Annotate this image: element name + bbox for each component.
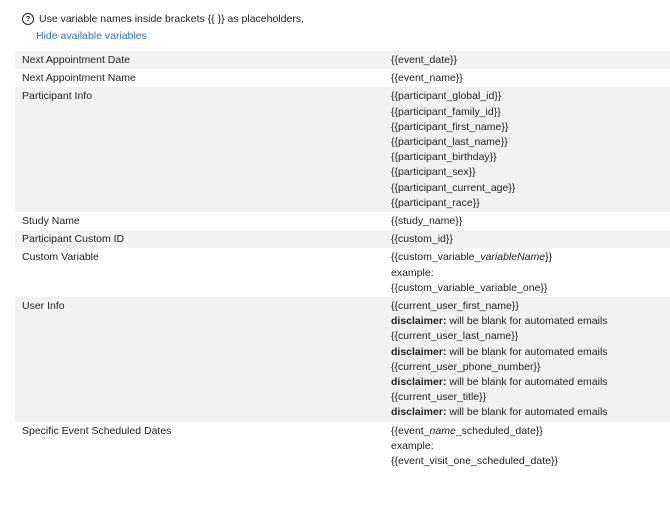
placeholder-line: {{study_name}} <box>391 215 463 228</box>
placeholder-line: {{participant_family_id}} <box>391 105 501 118</box>
disclaimer-line: disclaimer: will be blank for automated … <box>391 314 608 329</box>
variable-placeholders: {{current_user_first_name}} disclaimer: w… <box>391 298 608 421</box>
variable-row: Participant Custom ID {{custom_id}} <box>15 230 670 249</box>
placeholder-line: {{current_user_last_name}} <box>391 330 519 343</box>
disclaimer-label: disclaimer: <box>391 376 447 389</box>
placeholder-text-part: _scheduled_date}} <box>455 424 543 437</box>
placeholder-text-part: {{custom_variable_ <box>391 251 481 264</box>
placeholder-line: {{custom_variable_variableName}} <box>391 250 552 265</box>
variable-row: Participant Info {{participant_global_id}… <box>15 87 670 213</box>
variable-category-name: Custom Variable <box>22 251 99 264</box>
variable-category-name: Participant Info <box>22 90 93 103</box>
variable-placeholders: {{study_name}} <box>391 213 462 229</box>
hint-text: Use variable names inside brackets {{ }}… <box>39 13 304 25</box>
placeholder-hint: ? Use variable names inside brackets {{ … <box>22 12 304 26</box>
disclaimer-line: disclaimer: will be blank for automated … <box>391 345 608 360</box>
disclaimer-text: will be blank for automated emails <box>446 376 608 389</box>
placeholder-line: {{custom_variable_variable_one}} <box>391 281 548 294</box>
variable-category-name: Study Name <box>22 215 80 228</box>
placeholder-variable-part: variableName <box>480 251 546 264</box>
placeholder-line: {{participant_sex}} <box>391 166 476 179</box>
variable-placeholders: {{event_name}} <box>391 70 463 86</box>
variable-row: Specific Event Scheduled Dates {{event_na… <box>15 422 670 471</box>
placeholder-line: {{event_visit_one_scheduled_date}} <box>391 455 558 468</box>
variable-row: Study Name {{study_name}} <box>15 212 670 230</box>
placeholder-line: {{custom_id}} <box>391 233 453 246</box>
placeholder-line: {{participant_first_name}} <box>391 120 509 133</box>
variable-placeholders: {{event_date}} <box>391 52 457 68</box>
variable-placeholders: {{custom_id}} <box>391 231 453 247</box>
placeholder-line: {{participant_race}} <box>391 196 480 209</box>
placeholder-line: {{participant_current_age}} <box>391 181 516 194</box>
variable-category-name: User Info <box>22 300 65 313</box>
variable-category-name: Specific Event Scheduled Dates <box>22 424 172 437</box>
disclaimer-line: disclaimer: will be blank for automated … <box>391 405 608 420</box>
disclaimer-label: disclaimer: <box>391 315 447 328</box>
variable-row: Custom Variable {{custom_variable_variabl… <box>15 248 670 297</box>
variable-placeholders: {{custom_variable_variableName}} example:… <box>391 249 552 296</box>
placeholder-line: {{event_date}} <box>391 54 457 66</box>
placeholder-line: {{participant_birthday}} <box>391 151 497 164</box>
disclaimer-text: will be blank for automated emails <box>446 315 608 328</box>
variables-help-panel: ? Use variable names inside brackets {{ … <box>0 0 670 523</box>
variable-row: Next Appointment Date {{event_date}} <box>15 51 670 70</box>
variables-table: Next Appointment Date {{event_date}} Next … <box>15 51 670 470</box>
placeholder-line: {{current_user_title}} <box>391 391 487 404</box>
placeholder-line: {{participant_global_id}} <box>391 90 502 103</box>
placeholder-variable-part: name <box>429 424 456 437</box>
placeholder-line: example: <box>391 266 434 279</box>
placeholder-line: {{current_user_phone_number}} <box>391 360 541 373</box>
disclaimer-line: disclaimer: will be blank for automated … <box>391 375 608 390</box>
variable-category-name: Next Appointment Name <box>22 72 136 85</box>
disclaimer-text: will be blank for automated emails <box>446 406 608 419</box>
placeholder-text-part: }} <box>545 251 553 264</box>
variable-placeholders: {{event_name_scheduled_date}} example: {{e… <box>391 423 558 470</box>
placeholder-line: {{event_name_scheduled_date}} <box>391 424 558 439</box>
placeholder-line: {{participant_last_name}} <box>391 136 508 149</box>
placeholder-text-part: {{event_ <box>391 424 430 437</box>
placeholder-line: example: <box>391 439 434 452</box>
variable-category-name: Next Appointment Date <box>22 54 130 66</box>
variable-placeholders: {{participant_global_id}} {{participant_f… <box>391 88 515 211</box>
variable-row: Next Appointment Name {{event_name}} <box>15 69 670 87</box>
variable-category-name: Participant Custom ID <box>22 233 125 246</box>
placeholder-line: {{event_name}} <box>391 72 463 85</box>
placeholder-line: {{current_user_first_name}} <box>391 300 519 313</box>
disclaimer-label: disclaimer: <box>391 406 447 419</box>
disclaimer-label: disclaimer: <box>391 345 447 358</box>
hide-variables-link[interactable]: Hide available variables <box>36 29 147 43</box>
question-circle-icon: ? <box>22 13 34 25</box>
disclaimer-text: will be blank for automated emails <box>446 345 608 358</box>
variable-row: User Info {{current_user_first_name}} disc… <box>15 297 670 422</box>
